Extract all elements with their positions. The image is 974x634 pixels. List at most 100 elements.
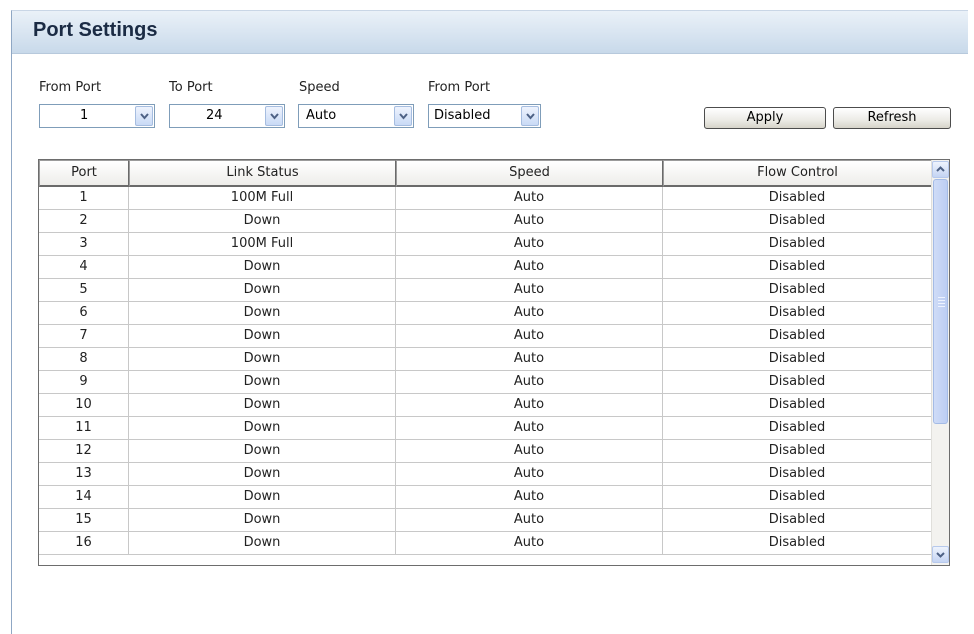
flow-control-cell: Disabled	[663, 348, 932, 371]
table-header: Port Link Status Speed Flow Control	[39, 160, 932, 187]
link-status-cell: Down	[129, 509, 396, 532]
flow-control-cell: Disabled	[663, 509, 932, 532]
arrow-down-icon[interactable]	[932, 546, 949, 563]
speed-cell: Auto	[396, 233, 663, 256]
speed-cell: Auto	[396, 509, 663, 532]
from-port-select[interactable]: 1	[39, 104, 155, 128]
link-status-cell: Down	[129, 417, 396, 440]
chevron-down-icon[interactable]	[135, 106, 153, 126]
table-row: 8 Down Auto Disabled	[39, 348, 932, 371]
table-row: 7 Down Auto Disabled	[39, 325, 932, 348]
link-status-cell: 100M Full	[129, 187, 396, 210]
port-cell: 5	[39, 279, 129, 302]
port-cell: 16	[39, 532, 129, 555]
speed-cell: Auto	[396, 371, 663, 394]
page-title: Port Settings	[33, 19, 158, 41]
title-bar: Port Settings	[12, 11, 968, 54]
speed-cell: Auto	[396, 486, 663, 509]
speed-label: Speed	[299, 80, 340, 95]
to-port-value: 24	[206, 108, 223, 123]
refresh-button[interactable]: Refresh	[833, 107, 951, 129]
link-status-cell: Down	[129, 532, 396, 555]
table-row: 5 Down Auto Disabled	[39, 279, 932, 302]
column-header-port[interactable]: Port	[39, 160, 129, 187]
chevron-down-icon[interactable]	[265, 106, 283, 126]
speed-cell: Auto	[396, 187, 663, 210]
table-row: 1 100M Full Auto Disabled	[39, 187, 932, 210]
table-row: 10 Down Auto Disabled	[39, 394, 932, 417]
port-cell: 14	[39, 486, 129, 509]
port-cell: 6	[39, 302, 129, 325]
flow-control-cell: Disabled	[663, 279, 932, 302]
link-status-cell: Down	[129, 256, 396, 279]
speed-cell: Auto	[396, 394, 663, 417]
column-header-speed[interactable]: Speed	[396, 160, 663, 187]
flow-control-select[interactable]: Disabled	[428, 104, 541, 128]
port-cell: 2	[39, 210, 129, 233]
speed-cell: Auto	[396, 325, 663, 348]
link-status-cell: Down	[129, 394, 396, 417]
vertical-scrollbar[interactable]	[931, 160, 949, 565]
table-row: 13 Down Auto Disabled	[39, 463, 932, 486]
flow-control-cell: Disabled	[663, 256, 932, 279]
port-table: Port Link Status Speed Flow Control 1 100…	[38, 159, 950, 566]
link-status-cell: Down	[129, 210, 396, 233]
flow-control-cell: Disabled	[663, 394, 932, 417]
arrow-up-icon[interactable]	[932, 161, 949, 178]
link-status-cell: Down	[129, 302, 396, 325]
port-cell: 1	[39, 187, 129, 210]
table-row: 2 Down Auto Disabled	[39, 210, 932, 233]
port-cell: 4	[39, 256, 129, 279]
flow-control-cell: Disabled	[663, 233, 932, 256]
table-row: 11 Down Auto Disabled	[39, 417, 932, 440]
flow-control-cell: Disabled	[663, 325, 932, 348]
speed-cell: Auto	[396, 348, 663, 371]
speed-cell: Auto	[396, 463, 663, 486]
table-row: 6 Down Auto Disabled	[39, 302, 932, 325]
column-header-flow-control[interactable]: Flow Control	[663, 160, 932, 187]
table-row: 9 Down Auto Disabled	[39, 371, 932, 394]
flow-control-cell: Disabled	[663, 417, 932, 440]
chevron-down-icon[interactable]	[394, 106, 412, 126]
table-row: 12 Down Auto Disabled	[39, 440, 932, 463]
scrollbar-thumb[interactable]	[933, 179, 948, 424]
apply-button[interactable]: Apply	[704, 107, 826, 129]
flow-control-label: From Port	[428, 80, 491, 95]
chevron-down-icon[interactable]	[521, 106, 539, 126]
to-port-label: To Port	[169, 80, 213, 95]
port-cell: 11	[39, 417, 129, 440]
table-body: 1 100M Full Auto Disabled 2 Down Auto Disabled…	[39, 187, 932, 555]
speed-cell: Auto	[396, 279, 663, 302]
table-row: 3 100M Full Auto Disabled	[39, 233, 932, 256]
to-port-select[interactable]: 24	[169, 104, 285, 128]
table-row: 15 Down Auto Disabled	[39, 509, 932, 532]
flow-control-cell: Disabled	[663, 210, 932, 233]
flow-control-cell: Disabled	[663, 532, 932, 555]
link-status-cell: Down	[129, 440, 396, 463]
from-port-value: 1	[80, 108, 89, 123]
flow-control-cell: Disabled	[663, 463, 932, 486]
table-row: 16 Down Auto Disabled	[39, 532, 932, 555]
flow-control-cell: Disabled	[663, 302, 932, 325]
flow-control-cell: Disabled	[663, 486, 932, 509]
table-row: 14 Down Auto Disabled	[39, 486, 932, 509]
speed-cell: Auto	[396, 256, 663, 279]
link-status-cell: Down	[129, 325, 396, 348]
port-cell: 15	[39, 509, 129, 532]
column-header-link-status[interactable]: Link Status	[129, 160, 396, 187]
link-status-cell: Down	[129, 371, 396, 394]
flow-control-cell: Disabled	[663, 371, 932, 394]
link-status-cell: Down	[129, 463, 396, 486]
port-cell: 7	[39, 325, 129, 348]
speed-select[interactable]: Auto	[298, 104, 414, 128]
from-port-label: From Port	[39, 80, 102, 95]
port-cell: 3	[39, 233, 129, 256]
speed-cell: Auto	[396, 440, 663, 463]
port-cell: 13	[39, 463, 129, 486]
flow-control-cell: Disabled	[663, 440, 932, 463]
table-row: 4 Down Auto Disabled	[39, 256, 932, 279]
link-status-cell: Down	[129, 486, 396, 509]
flow-control-cell: Disabled	[663, 187, 932, 210]
port-cell: 9	[39, 371, 129, 394]
flow-control-value: Disabled	[434, 108, 491, 123]
